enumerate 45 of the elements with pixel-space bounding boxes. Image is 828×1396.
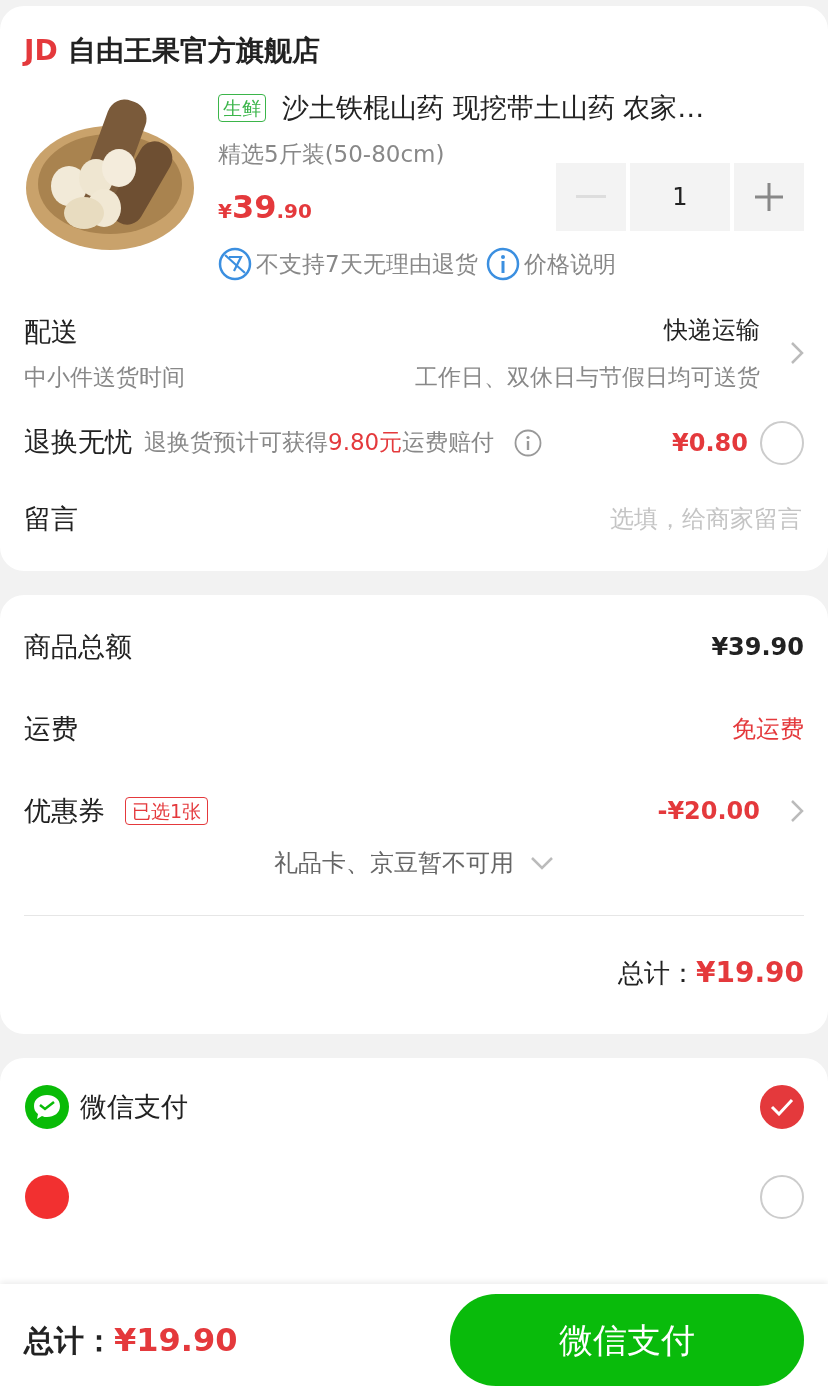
plus-button[interactable] (734, 163, 804, 231)
plus-icon (755, 183, 783, 211)
chevron-right-icon (790, 341, 804, 365)
payment-radio[interactable] (760, 1085, 804, 1129)
chevron-right-icon (790, 799, 804, 823)
service-note[interactable]: 不支持7天无理由退货 (256, 247, 478, 282)
summary-label: 商品总额 (24, 629, 132, 664)
info-icon (485, 247, 520, 282)
unavailable-note: 礼品卡、京豆暂不可用 (274, 848, 514, 879)
return-service-description: 退换货预计可获得9.80元运费赔付 (144, 428, 495, 458)
payment-radio[interactable] (760, 1175, 804, 1219)
delivery-label: 配送 (24, 314, 78, 349)
store-name[interactable]: 自由王果官方旗舰店 (67, 30, 320, 72)
summary-label: 优惠券 (24, 793, 105, 828)
chat-bubble-icon (24, 1084, 70, 1130)
delivery-method: 快递运输 (664, 314, 760, 346)
info-icon (514, 428, 543, 457)
total-value: ¥19.90 (695, 955, 804, 991)
message-label: 留言 (24, 501, 78, 536)
summary-value: -¥20.00 (657, 796, 760, 827)
summary-label: 运费 (24, 711, 78, 746)
coupon-tag: 已选1张 (125, 797, 209, 825)
product-price: ¥39.90 (218, 187, 312, 228)
no-return-icon (218, 247, 252, 282)
return-service-label: 退换无忧 (24, 425, 132, 460)
delivery-time-value: 工作日、双休日与节假日均可送货 (415, 363, 760, 392)
summary-value: ¥39.90 (711, 632, 804, 663)
store-logo: JD (24, 33, 58, 69)
message-field[interactable]: 选填，给商家留言 (78, 499, 804, 538)
footer-total-value: ¥19.90 (114, 1320, 238, 1361)
payment-name[interactable]: 微信支付 (80, 1086, 188, 1128)
product-tag: 生鲜 (218, 94, 266, 123)
chevron-down-icon (530, 856, 554, 870)
product-spec: 精选5斤装(50-80cm) (218, 139, 446, 169)
delivery-time-label: 中小件送货时间 (24, 363, 185, 392)
footer-total-label: 总计： (24, 1321, 114, 1360)
summary-value: 免运费 (732, 714, 804, 745)
product-title[interactable]: 沙土铁棍山药 现挖带土山药 农家… (282, 88, 705, 129)
payment-icon (24, 1174, 70, 1220)
check-icon (770, 1098, 794, 1116)
return-service-price: ¥0.80 (672, 427, 748, 459)
service-note[interactable]: 价格说明 (523, 247, 616, 282)
quantity-field[interactable]: 1 (630, 163, 730, 231)
total-label: 总计： (617, 956, 696, 990)
return-service-radio[interactable] (760, 420, 804, 465)
